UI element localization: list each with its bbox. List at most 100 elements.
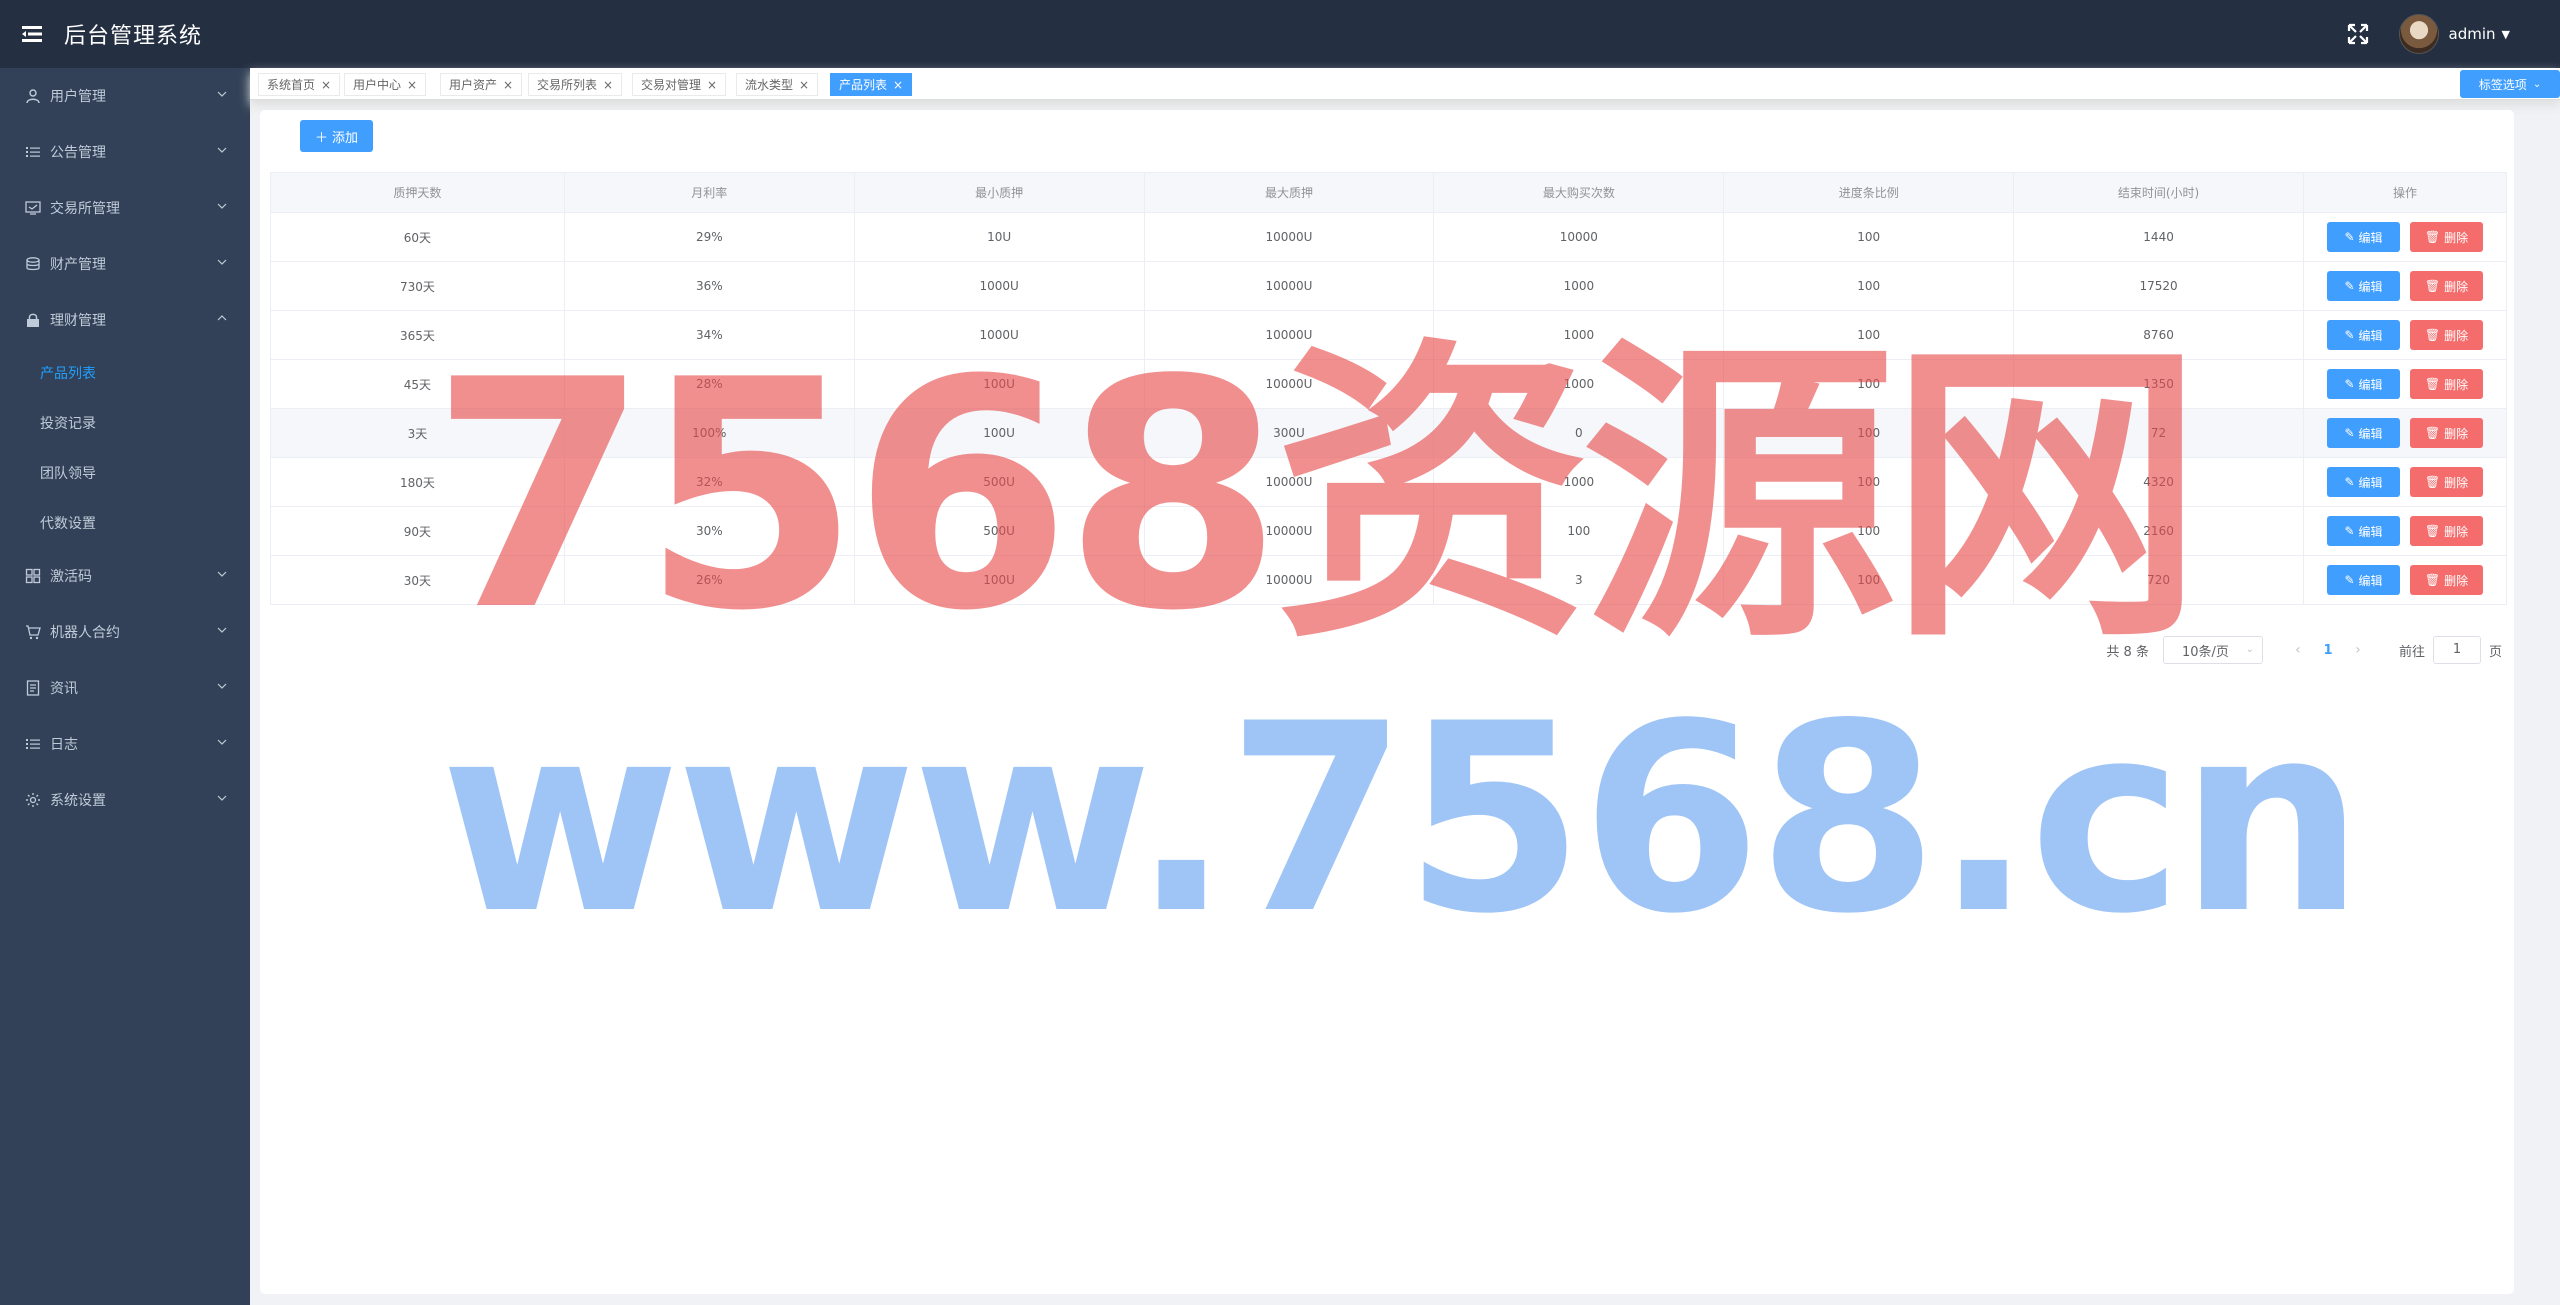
delete-button-label: 删除 <box>2444 377 2469 392</box>
edit-button[interactable]: ✎ 编辑 <box>2327 222 2400 252</box>
jump-suffix: 页 <box>2488 644 2502 660</box>
close-icon[interactable]: × <box>407 78 417 92</box>
chevron-down-icon <box>216 200 228 212</box>
edit-button[interactable]: ✎ 编辑 <box>2327 467 2400 497</box>
user-icon <box>24 87 42 105</box>
chevron-down-icon <box>216 680 228 692</box>
list-icon <box>24 143 42 161</box>
sidebar-item-4[interactable]: 理财管理 <box>0 292 250 348</box>
tags-option-button[interactable]: 标签选项 ⌄ <box>2460 70 2560 98</box>
tag-0[interactable]: 系统首页 × <box>258 73 341 96</box>
tag-6[interactable]: 产品列表 × <box>830 73 913 96</box>
page-size-value: 10条/页 <box>2181 644 2229 660</box>
edit-button-label: 编辑 <box>2358 524 2383 539</box>
prev-page-icon[interactable]: ‹ <box>2283 642 2313 658</box>
tag-2[interactable]: 用户资产 × <box>440 73 523 96</box>
caret-down-icon[interactable]: ▼ <box>2502 28 2510 41</box>
column-header: 最大购买次数 <box>1433 172 1725 213</box>
sidebar-item-label: 财产管理 <box>50 257 106 273</box>
column-header: 结束时间(小时) <box>2013 172 2304 213</box>
edit-button[interactable]: ✎ 编辑 <box>2327 565 2400 595</box>
table-cell: 100U <box>854 359 1145 409</box>
sidebar-item-3[interactable]: 财产管理 <box>0 236 250 292</box>
next-page-icon[interactable]: › <box>2343 642 2373 658</box>
trash-icon: 🗑 <box>2424 377 2441 391</box>
table-cell: 10000U <box>1144 310 1435 360</box>
page-number[interactable]: 1 <box>2313 643 2343 658</box>
sidebar-item-8[interactable]: 日志 <box>0 716 250 772</box>
sidebar-item-1[interactable]: 公告管理 <box>0 124 250 180</box>
sidebar-item-0[interactable]: 用户管理 <box>0 68 250 124</box>
delete-button[interactable]: 🗑 删除 <box>2410 369 2483 399</box>
cart-icon <box>24 623 42 641</box>
edit-icon: ✎ <box>2344 230 2355 244</box>
table-row: 180天 32% 500U 10000U 1000 100 4320 ✎ 编辑 🗑 删除 <box>270 457 2507 507</box>
sidebar-subitem-3[interactable]: 代数设置 <box>0 498 250 548</box>
app-title: 后台管理系统 <box>64 24 203 49</box>
tags-option-label: 标签选项 <box>2478 77 2527 92</box>
table-cell: 365天 <box>270 310 565 360</box>
edit-button[interactable]: ✎ 编辑 <box>2327 369 2400 399</box>
close-icon[interactable]: × <box>893 78 903 92</box>
pagination: 共 8 条 10条/页 ⌄ ‹ 1 › 前往 1 页 <box>2106 636 2502 664</box>
username[interactable]: admin <box>2449 25 2496 43</box>
actions-cell: ✎ 编辑 🗑 删除 <box>2303 261 2507 311</box>
page-size-select[interactable]: 10条/页 ⌄ <box>2162 636 2263 664</box>
sidebar-subitem-0[interactable]: 产品列表 <box>0 348 250 398</box>
table-cell: 100% <box>564 408 855 458</box>
sidebar-item-label: 公告管理 <box>50 145 106 161</box>
delete-button[interactable]: 🗑 删除 <box>2410 320 2483 350</box>
table-cell: 32% <box>564 457 855 507</box>
delete-button[interactable]: 🗑 删除 <box>2410 467 2483 497</box>
actions-cell: ✎ 编辑 🗑 删除 <box>2303 457 2507 507</box>
table-row: 90天 30% 500U 10000U 100 100 2160 ✎ 编辑 🗑 删除 <box>270 506 2507 556</box>
coins-icon <box>24 255 42 273</box>
close-icon[interactable]: × <box>321 78 331 92</box>
tag-4[interactable]: 交易对管理 × <box>632 73 727 96</box>
sidebar-subitem-1[interactable]: 投资记录 <box>0 398 250 448</box>
close-icon[interactable]: × <box>707 78 717 92</box>
table-cell: 8760 <box>2013 310 2304 360</box>
jump-input[interactable]: 1 <box>2432 636 2481 664</box>
delete-button-label: 删除 <box>2444 230 2469 245</box>
edit-button[interactable]: ✎ 编辑 <box>2327 320 2400 350</box>
sidebar-item-2[interactable]: 交易所管理 <box>0 180 250 236</box>
table-cell: 100U <box>854 408 1145 458</box>
sidebar-item-5[interactable]: 激活码 <box>0 548 250 604</box>
sidebar-item-9[interactable]: 系统设置 <box>0 772 250 828</box>
tag-label: 产品列表 <box>839 78 888 92</box>
tag-5[interactable]: 流水类型 × <box>736 73 819 96</box>
table-cell: 1000 <box>1433 457 1725 507</box>
table-cell: 10000U <box>1144 506 1435 556</box>
close-icon[interactable]: × <box>503 78 513 92</box>
chevron-down-icon <box>216 144 228 156</box>
table-cell: 180天 <box>270 457 565 507</box>
tag-label: 用户资产 <box>449 78 498 92</box>
edit-button[interactable]: ✎ 编辑 <box>2327 516 2400 546</box>
tag-1[interactable]: 用户中心 × <box>344 73 427 96</box>
edit-icon: ✎ <box>2344 377 2355 391</box>
add-button[interactable]: ＋ 添加 <box>300 120 373 152</box>
sidebar-item-label: 用户管理 <box>50 89 106 105</box>
delete-button[interactable]: 🗑 删除 <box>2410 271 2483 301</box>
fullscreen-icon[interactable] <box>2347 23 2369 45</box>
delete-button[interactable]: 🗑 删除 <box>2410 565 2483 595</box>
chevron-down-icon: ⌄ <box>2245 644 2254 655</box>
tag-3[interactable]: 交易所列表 × <box>528 73 623 96</box>
delete-button[interactable]: 🗑 删除 <box>2410 418 2483 448</box>
delete-button[interactable]: 🗑 删除 <box>2410 516 2483 546</box>
sidebar-item-7[interactable]: 资讯 <box>0 660 250 716</box>
close-icon[interactable]: × <box>603 78 613 92</box>
close-icon[interactable]: × <box>799 78 809 92</box>
delete-button[interactable]: 🗑 删除 <box>2410 222 2483 252</box>
sidebar-subitem-2[interactable]: 团队领导 <box>0 448 250 498</box>
edit-button[interactable]: ✎ 编辑 <box>2327 418 2400 448</box>
chevron-down-icon <box>216 624 228 636</box>
sidebar-item-6[interactable]: 机器人合约 <box>0 604 250 660</box>
avatar[interactable] <box>2398 14 2439 54</box>
table-cell: 720 <box>2013 555 2304 605</box>
document-icon <box>24 679 42 697</box>
actions-cell: ✎ 编辑 🗑 删除 <box>2303 555 2507 605</box>
edit-button[interactable]: ✎ 编辑 <box>2327 271 2400 301</box>
menu-toggle-icon[interactable] <box>0 0 64 68</box>
